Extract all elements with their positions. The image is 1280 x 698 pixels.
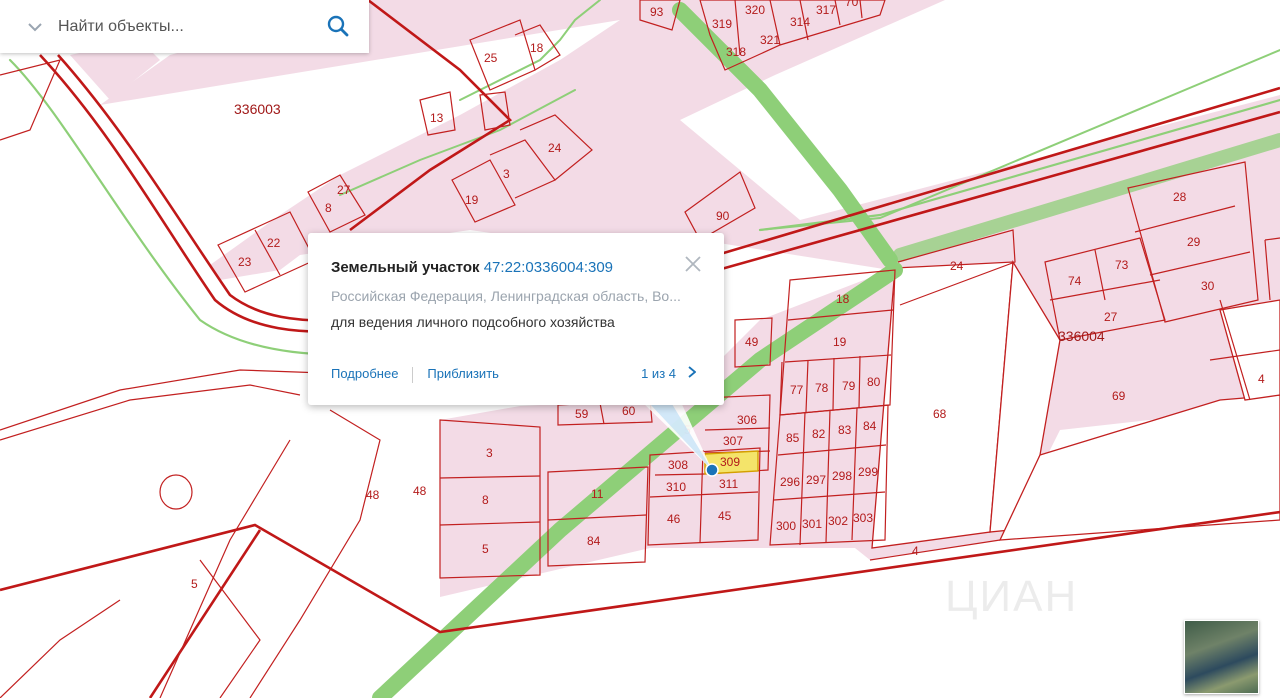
parcel-label: 74 — [1068, 274, 1082, 288]
parcel-label: 83 — [838, 423, 852, 437]
parcel-label: 19 — [465, 193, 479, 207]
parcel-label: 318 — [726, 45, 746, 59]
details-link[interactable]: Подробнее — [331, 366, 398, 381]
parcel-label: 3 — [503, 167, 510, 181]
parcel-label: 302 — [828, 514, 848, 528]
parcel-label: 310 — [666, 480, 686, 494]
parcel-label: 84 — [863, 419, 877, 433]
parcel-label: 5 — [482, 542, 489, 556]
parcel-label: 80 — [867, 375, 881, 389]
parcel-label: 68 — [933, 407, 947, 421]
parcel-label: 28 — [1173, 190, 1187, 204]
parcel-label: 49 — [745, 335, 759, 349]
parcel-label: 25 — [484, 51, 498, 65]
parcel-label: 46 — [667, 512, 681, 526]
search-input[interactable]: Найти объекты... — [58, 18, 327, 36]
parcel-label: 73 — [1115, 258, 1129, 272]
parcel-label: 296 — [780, 475, 800, 489]
parcel-label: 317 — [816, 3, 836, 17]
parcel-label: 30 — [1201, 279, 1215, 293]
zoom-link[interactable]: Приблизить — [427, 366, 499, 381]
parcel-label: 29 — [1187, 235, 1201, 249]
parcel-label: 5 — [191, 577, 198, 591]
parcel-label: 301 — [802, 517, 822, 531]
chevron-down-icon[interactable] — [28, 19, 48, 35]
parcel-label: 299 — [858, 465, 878, 479]
parcel-label: 8 — [325, 201, 332, 215]
parcel-label: 13 — [430, 111, 444, 125]
chevron-right-icon[interactable] — [688, 366, 697, 381]
parcel-label: 84 — [587, 534, 601, 548]
parcel-label: 314 — [790, 15, 810, 29]
parcel-label: 27 — [337, 183, 351, 197]
parcel-label: 319 — [712, 17, 732, 31]
parcel-label: 18 — [530, 41, 544, 55]
parcel-label: 82 — [812, 427, 826, 441]
parcel-label: 306 — [737, 413, 757, 427]
parcel-label: 303 — [853, 511, 873, 525]
parcel-label: 4 — [1258, 372, 1265, 386]
parcel-label: 70 — [845, 0, 859, 9]
parcel-label: 298 — [832, 469, 852, 483]
parcel-label: 79 — [842, 379, 856, 393]
parcel-label: 59 — [575, 407, 589, 421]
block-label: 336003 — [234, 101, 281, 117]
parcel-label: 18 — [836, 292, 850, 306]
parcel-label: 23 — [238, 255, 252, 269]
result-pager: 1 из 4 — [641, 366, 697, 381]
parcel-label: 24 — [548, 141, 562, 155]
parcel-label: 307 — [723, 434, 743, 448]
search-icon[interactable] — [327, 15, 351, 39]
divider — [412, 366, 414, 383]
cadastral-number[interactable]: 47:22:0336004:309 — [484, 259, 613, 276]
parcel-label: 77 — [790, 383, 804, 397]
parcel-label: 321 — [760, 33, 780, 47]
parcel-info-popup: Земельный участок 47:22:0336004:309 Росс… — [308, 233, 724, 405]
parcel-label: 27 — [1104, 310, 1118, 324]
parcel-purpose: для ведения личного подсобного хозяйства — [331, 314, 615, 330]
parcel-label: 69 — [1112, 389, 1126, 403]
pager-count: 1 из 4 — [641, 366, 676, 381]
parcel-label: 8 — [482, 493, 489, 507]
parcel-label: 3 — [486, 446, 493, 460]
parcel-label: 300 — [776, 519, 796, 533]
parcel-label: 22 — [267, 236, 281, 250]
parcel-address: Российская Федерация, Ленинградская обла… — [331, 288, 681, 304]
popup-title-label: Земельный участок — [331, 259, 480, 276]
parcel-label: 90 — [716, 209, 730, 223]
parcel-label: 4 — [912, 544, 919, 558]
parcel-label: 60 — [622, 404, 636, 418]
block-label: 336004 — [1058, 328, 1105, 344]
close-icon[interactable] — [684, 255, 702, 273]
parcel-label: 48 — [413, 484, 427, 498]
parcel-label: 320 — [745, 3, 765, 17]
parcel-label: 78 — [815, 381, 829, 395]
parcel-label: 308 — [668, 458, 688, 472]
parcel-label-selected: 309 — [720, 455, 740, 469]
parcel-label: 311 — [719, 477, 738, 491]
parcel-label: 45 — [718, 509, 732, 523]
parcel-label: 11 — [591, 487, 604, 501]
popup-title: Земельный участок 47:22:0336004:309 — [331, 259, 613, 276]
search-bar[interactable]: Найти объекты... — [0, 0, 369, 53]
satellite-layer-toggle[interactable] — [1184, 620, 1259, 694]
parcel-label: 24 — [950, 259, 964, 273]
parcel-label: 93 — [650, 5, 664, 19]
parcel-label: 19 — [833, 335, 847, 349]
parcel-label: 297 — [806, 473, 826, 487]
parcel-label: 85 — [786, 431, 800, 445]
watermark: ЦИАН — [945, 572, 1079, 621]
popup-actions: Подробнее Приблизить — [331, 366, 499, 383]
parcel-label: 48 — [366, 488, 380, 502]
location-marker[interactable] — [705, 463, 719, 477]
